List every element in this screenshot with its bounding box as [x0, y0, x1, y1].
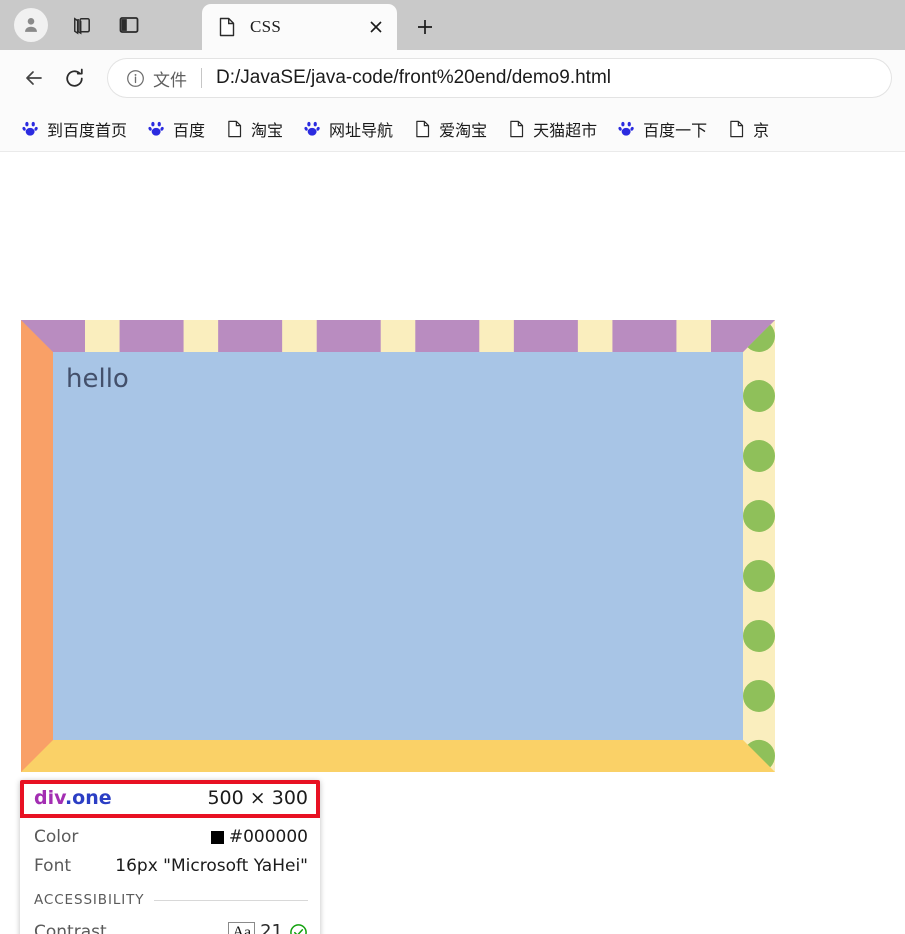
page-icon [507, 119, 526, 138]
element-dimensions: 500 × 300 [207, 787, 308, 809]
bookmark-label: 淘宝 [251, 120, 284, 140]
page-icon [727, 119, 746, 138]
row-key: Contrast [34, 922, 107, 934]
baidu-paw-icon [21, 119, 40, 138]
back-button[interactable] [14, 58, 54, 98]
titlebar-left-controls [0, 0, 144, 50]
bookmark-label: 百度一下 [643, 120, 708, 140]
accessibility-title: ACCESSIBILITY [34, 892, 145, 909]
plus-icon [418, 20, 432, 34]
reload-button[interactable] [54, 58, 94, 98]
user-avatar-icon [25, 18, 37, 32]
new-tab-button[interactable] [410, 12, 440, 42]
tooltip-row-font: Font 16px "Microsoft YaHei" [34, 852, 308, 881]
browser-window: CSS 文件 D:/JavaSE/java-code/front%20end/d… [0, 0, 905, 934]
row-value: Aa 21 [228, 919, 308, 934]
element-class-name: .one [64, 787, 112, 809]
contrast-sample: Aa [228, 921, 256, 934]
bookmark-item[interactable]: 百度 [140, 113, 212, 145]
section-divider [154, 899, 308, 901]
address-scheme-label: 文件 [153, 70, 187, 91]
browser-toolbar: 文件 D:/JavaSE/java-code/front%20end/demo9… [0, 50, 905, 106]
bookmark-item[interactable]: 淘宝 [218, 113, 290, 145]
close-icon[interactable] [365, 16, 387, 38]
reload-icon [65, 68, 83, 87]
workspaces-button[interactable] [66, 10, 96, 40]
browser-titlebar: CSS [0, 0, 905, 50]
row-key: Color [34, 827, 79, 847]
row-key: Font [34, 855, 72, 876]
page-icon [218, 17, 238, 37]
accessibility-section-header: ACCESSIBILITY [20, 883, 320, 912]
bookmark-item[interactable]: 百度一下 [610, 113, 714, 145]
split-view-icon [119, 17, 139, 33]
tab-css[interactable]: CSS [202, 4, 397, 50]
bookmarks-bar: 到百度首页 百度 淘宝 网址导航 爱淘宝 天猫超市 百度一下 京 [0, 106, 905, 152]
profile-avatar[interactable] [14, 8, 48, 42]
address-bar[interactable]: 文件 D:/JavaSE/java-code/front%20end/demo9… [108, 59, 891, 97]
selector-text: div.one [34, 787, 112, 809]
page-icon [413, 119, 432, 138]
address-url-text: D:/JavaSE/java-code/front%20end/demo9.ht… [216, 67, 611, 88]
contrast-ratio: 21 [260, 921, 283, 934]
baidu-paw-icon [147, 119, 166, 138]
bookmark-label: 到百度首页 [47, 120, 128, 140]
page-icon [225, 119, 244, 138]
page-viewport: hello div.one 500 × 300 Color #000000 Fo… [0, 152, 905, 934]
a11y-row-contrast: Contrast Aa 21 [34, 917, 308, 934]
bookmark-item[interactable]: 天猫超市 [500, 113, 604, 145]
bookmark-item[interactable]: 到百度首页 [14, 113, 134, 145]
arrow-left-icon [26, 71, 42, 85]
row-value: #000000 [210, 825, 308, 850]
element-tag-name: div [34, 787, 65, 809]
collections-icon [73, 16, 90, 35]
accessibility-rows: Contrast Aa 21 Name [20, 912, 320, 934]
bookmark-item[interactable]: 网址导航 [296, 113, 400, 145]
bookmark-label: 京 [753, 120, 770, 140]
check-circle-icon [288, 922, 308, 934]
div-one-text: hello [66, 364, 129, 394]
info-circle-icon[interactable] [124, 67, 146, 89]
color-hex: #000000 [228, 827, 308, 847]
bookmark-item[interactable]: 京 [720, 113, 776, 145]
baidu-paw-icon [303, 119, 322, 138]
devtools-inspect-tooltip: div.one 500 × 300 Color #000000 Font 16p… [20, 780, 320, 934]
bookmark-item[interactable]: 爱淘宝 [406, 113, 494, 145]
tooltip-style-rows: Color #000000 Font 16px "Microsoft YaHei… [20, 818, 320, 883]
row-value: 16px "Microsoft YaHei" [115, 855, 308, 876]
bookmark-label: 网址导航 [329, 120, 394, 140]
tab-title: CSS [250, 17, 282, 36]
tooltip-row-color: Color #000000 [34, 823, 308, 852]
split-screen-button[interactable] [114, 10, 144, 40]
bookmark-label: 天猫超市 [533, 120, 598, 140]
color-swatch [210, 830, 224, 844]
div-one-element: hello [21, 320, 775, 772]
bookmark-label: 百度 [173, 120, 206, 140]
tooltip-header: div.one 500 × 300 [20, 780, 320, 818]
bookmark-label: 爱淘宝 [439, 120, 488, 140]
address-separator [201, 68, 202, 88]
baidu-paw-icon [617, 119, 636, 138]
